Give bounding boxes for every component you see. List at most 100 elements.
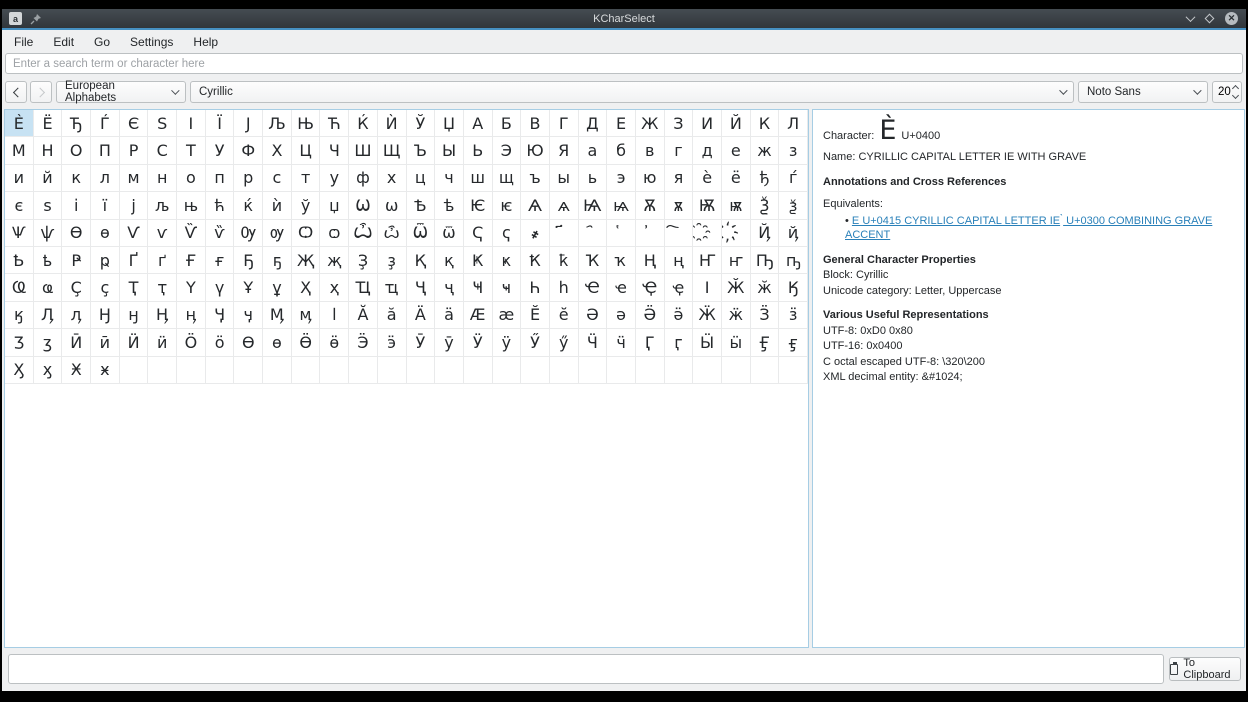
char-cell[interactable]: ѽ <box>378 220 407 247</box>
char-cell[interactable]: ӑ <box>378 302 407 329</box>
char-cell[interactable]: Ҝ <box>464 247 493 274</box>
char-cell[interactable] <box>234 357 263 384</box>
char-cell[interactable] <box>320 357 349 384</box>
char-cell[interactable]: ѷ <box>206 220 235 247</box>
char-cell[interactable]: Ҟ <box>521 247 550 274</box>
char-cell[interactable]: Р <box>120 137 149 164</box>
char-cell[interactable]: Ӱ <box>464 329 493 356</box>
char-cell[interactable]: ӈ <box>120 302 149 329</box>
char-cell[interactable]: й <box>34 165 63 192</box>
char-cell[interactable] <box>263 357 292 384</box>
titlebar[interactable]: a KCharSelect ✕ <box>2 9 1246 28</box>
char-cell[interactable]: ӣ <box>91 329 120 356</box>
char-cell[interactable]: С <box>148 137 177 164</box>
char-cell[interactable]: Е <box>607 110 636 137</box>
char-cell[interactable]: р <box>234 165 263 192</box>
char-cell[interactable]: Ӈ <box>91 302 120 329</box>
char-cell[interactable]: и <box>5 165 34 192</box>
char-cell[interactable]: ұ <box>263 274 292 301</box>
char-cell[interactable]: б <box>607 137 636 164</box>
char-cell[interactable]: Ҧ <box>751 247 780 274</box>
char-cell[interactable]: ӻ <box>779 329 808 356</box>
char-cell[interactable]: ѣ <box>435 192 464 219</box>
char-cell[interactable]: Ӻ <box>751 329 780 356</box>
char-cell[interactable]: ӟ <box>779 302 808 329</box>
char-cell[interactable]: ӊ <box>177 302 206 329</box>
char-cell[interactable] <box>550 357 579 384</box>
pin-icon[interactable] <box>30 13 42 25</box>
font-size-stepper[interactable]: 20 <box>1212 81 1242 103</box>
char-cell[interactable]: њ <box>177 192 206 219</box>
char-cell[interactable] <box>693 357 722 384</box>
char-cell[interactable]: Ҫ <box>62 274 91 301</box>
back-button[interactable] <box>5 81 27 103</box>
char-cell[interactable]: ӳ <box>550 329 579 356</box>
char-cell[interactable]: т <box>292 165 321 192</box>
char-cell-selected[interactable]: Ѐ <box>5 110 34 137</box>
maximize-icon[interactable] <box>1205 14 1215 24</box>
char-cell[interactable]: Ҍ <box>5 247 34 274</box>
char-cell[interactable]: Ӭ <box>349 329 378 356</box>
char-cell[interactable]: ѱ <box>34 220 63 247</box>
char-cell[interactable]: ҅ <box>607 220 636 247</box>
char-cell[interactable]: Ҳ <box>292 274 321 301</box>
char-cell[interactable]: Ј <box>234 110 263 137</box>
char-cell[interactable]: э <box>607 165 636 192</box>
char-cell[interactable]: ҇ <box>665 220 694 247</box>
menu-edit[interactable]: Edit <box>43 32 84 52</box>
char-cell[interactable]: ҆ <box>636 220 665 247</box>
char-cell[interactable] <box>378 357 407 384</box>
char-cell[interactable]: Ҏ <box>62 247 91 274</box>
char-cell[interactable]: џ <box>320 192 349 219</box>
char-cell[interactable]: Ҷ <box>407 274 436 301</box>
char-cell[interactable]: ӿ <box>91 357 120 384</box>
char-cell[interactable]: ё <box>722 165 751 192</box>
char-cell[interactable]: ӛ <box>665 302 694 329</box>
char-cell[interactable]: ӄ <box>5 302 34 329</box>
char-cell[interactable] <box>722 357 751 384</box>
char-cell[interactable]: Ѕ <box>148 110 177 137</box>
char-cell[interactable]: Ѝ <box>378 110 407 137</box>
equivalent-link[interactable]: Е U+0415 CYRILLIC CAPITAL LETTER IE <box>852 215 1060 227</box>
char-cell[interactable] <box>292 357 321 384</box>
char-cell[interactable]: ӏ <box>320 302 349 329</box>
char-cell[interactable]: ю <box>636 165 665 192</box>
char-cell[interactable]: ө <box>263 329 292 356</box>
char-cell[interactable]: Џ <box>435 110 464 137</box>
char-cell[interactable]: ӡ <box>34 329 63 356</box>
char-cell[interactable]: ӫ <box>320 329 349 356</box>
char-cell[interactable]: О <box>62 137 91 164</box>
char-cell[interactable]: с <box>263 165 292 192</box>
char-cell[interactable]: ӽ <box>34 357 63 384</box>
char-cell[interactable]: ф <box>349 165 378 192</box>
char-cell[interactable]: ҹ <box>493 274 522 301</box>
char-cell[interactable]: М <box>5 137 34 164</box>
char-cell[interactable]: Ѭ <box>693 192 722 219</box>
char-cell[interactable]: Ӿ <box>62 357 91 384</box>
char-cell[interactable] <box>206 357 235 384</box>
char-cell[interactable] <box>579 357 608 384</box>
char-cell[interactable]: Ю <box>521 137 550 164</box>
char-cell[interactable]: Ў <box>407 110 436 137</box>
char-cell[interactable]: Ѳ <box>62 220 91 247</box>
char-cell[interactable]: ҳ <box>320 274 349 301</box>
forward-button[interactable] <box>30 81 52 103</box>
char-cell[interactable]: ӗ <box>550 302 579 329</box>
menu-settings[interactable]: Settings <box>120 32 183 52</box>
char-cell[interactable]: ӂ <box>751 274 780 301</box>
char-cell[interactable]: ҙ <box>378 247 407 274</box>
char-cell[interactable]: ӝ <box>722 302 751 329</box>
char-cell[interactable]: Ҿ <box>636 274 665 301</box>
char-cell[interactable]: ҡ <box>607 247 636 274</box>
char-cell[interactable]: Ә <box>579 302 608 329</box>
char-cell[interactable]: ѝ <box>263 192 292 219</box>
char-cell[interactable]: ҧ <box>779 247 808 274</box>
char-cell[interactable]: Ш <box>349 137 378 164</box>
char-cell[interactable]: ѵ <box>148 220 177 247</box>
char-cell[interactable]: ү <box>206 274 235 301</box>
char-cell[interactable]: Ҽ <box>579 274 608 301</box>
char-cell[interactable]: ҕ <box>263 247 292 274</box>
char-cell[interactable]: ӆ <box>62 302 91 329</box>
char-cell[interactable]: ӎ <box>292 302 321 329</box>
menu-file[interactable]: File <box>4 32 43 52</box>
